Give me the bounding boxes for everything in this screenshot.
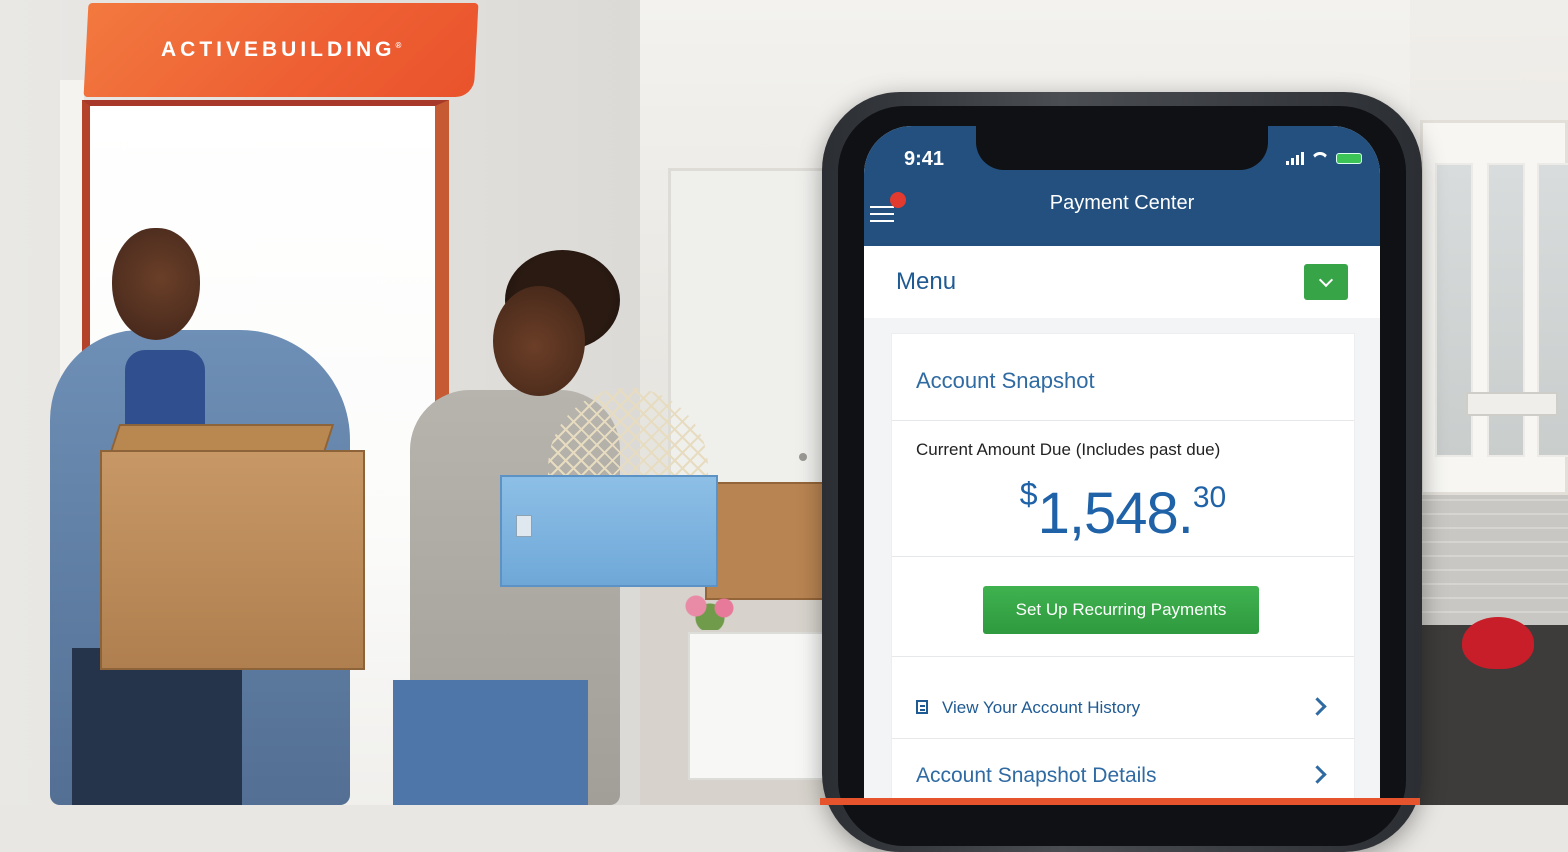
divider [892, 420, 1354, 421]
document-icon [916, 700, 928, 714]
status-icons [1286, 152, 1362, 165]
white-bag [688, 632, 828, 780]
tile-backsplash [1420, 495, 1568, 625]
phone-screen: 9:41 Payment Center Menu Account Snapsho… [864, 126, 1380, 805]
view-account-history-link[interactable]: View Your Account History [892, 678, 1354, 738]
chevron-down-icon[interactable] [1304, 264, 1348, 300]
snapshot-title: Account Snapshot [916, 368, 1095, 393]
app-header: 9:41 Payment Center [864, 126, 1380, 246]
setup-recurring-payments-button[interactable]: Set Up Recurring Payments [983, 586, 1259, 634]
battery-icon [1336, 153, 1362, 164]
amount-main: 1,548. [1037, 481, 1194, 546]
man-head [112, 228, 200, 340]
status-time: 9:41 [904, 148, 945, 170]
blue-storage-box [500, 475, 718, 587]
brand-logo: ACTIVEBUILDING® [160, 38, 402, 61]
range-hood [1466, 392, 1558, 416]
woman-head [493, 286, 585, 396]
signal-icon [1286, 152, 1304, 165]
amount-cents: 30 [1192, 481, 1227, 514]
account-snapshot-card: Account Snapshot Current Amount Due (Inc… [892, 334, 1354, 805]
chevron-right-icon [1308, 697, 1327, 716]
red-kettle [1462, 617, 1534, 669]
moving-box-fragile [705, 482, 825, 600]
menu-bar[interactable]: Menu [864, 246, 1380, 318]
woman-jeans [393, 680, 588, 805]
account-snapshot-details-link[interactable]: Account Snapshot Details [892, 746, 1354, 805]
bottom-accent-bar [820, 798, 1420, 805]
wifi-icon [1311, 152, 1329, 165]
account-snapshot-details-label: Account Snapshot Details [916, 764, 1157, 787]
divider [892, 556, 1354, 557]
glass-cabinet [1420, 120, 1568, 495]
amount-due-label: Current Amount Due (Includes past due) [916, 440, 1221, 459]
cardboard-box [100, 450, 365, 670]
content-area: Account Snapshot Current Amount Due (Inc… [864, 318, 1380, 805]
brand-badge: ACTIVEBUILDING® [83, 3, 479, 97]
divider [892, 656, 1354, 657]
flower-pot [675, 590, 745, 630]
phone-notch [976, 126, 1268, 170]
chevron-right-icon [1308, 765, 1327, 784]
amount-due-value: $1,548.30 [892, 476, 1354, 547]
divider [892, 738, 1354, 739]
man-jeans [72, 648, 242, 805]
menu-label: Menu [896, 268, 957, 295]
amount-currency: $ [1019, 476, 1038, 512]
view-account-history-label: View Your Account History [942, 698, 1141, 717]
page-title: Payment Center [1049, 192, 1195, 214]
